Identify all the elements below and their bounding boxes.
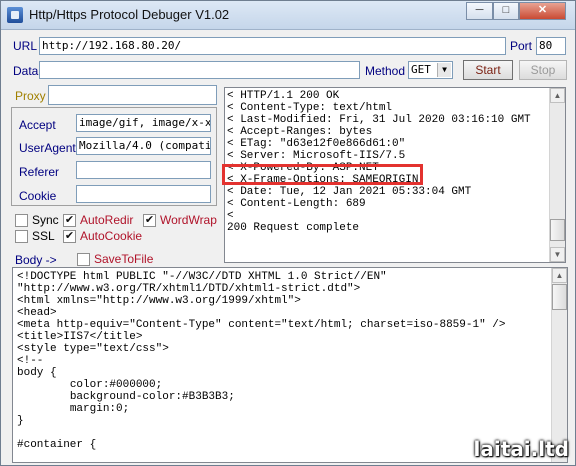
cookie-input[interactable] (76, 185, 211, 203)
port-label: Port (510, 39, 533, 53)
sync-checkbox[interactable] (15, 214, 28, 227)
method-value: GET (411, 63, 431, 76)
autoredir-label: AutoRedir (80, 213, 134, 227)
watermark: laitai.ltd (473, 437, 569, 461)
method-select[interactable]: GET ▼ (408, 61, 453, 79)
data-input[interactable] (39, 61, 360, 79)
wordwrap-checkbox[interactable]: ✔ (143, 214, 156, 227)
scroll-up-icon[interactable]: ▲ (550, 88, 565, 103)
body-panel[interactable]: <!DOCTYPE html PUBLIC "-//W3C//DTD XHTML… (12, 267, 568, 463)
savetofile-label: SaveToFile (94, 252, 154, 266)
useragent-label: UserAgent (19, 141, 76, 155)
body-text: <!DOCTYPE html PUBLIC "-//W3C//DTD XHTML… (17, 271, 506, 451)
autocookie-label: AutoCookie (80, 229, 143, 243)
accept-input[interactable]: image/gif, image/x-xbi (76, 114, 211, 132)
sync-label: Sync (32, 213, 59, 227)
method-label: Method (365, 64, 406, 78)
ssl-checkbox[interactable] (15, 230, 28, 243)
title-bar: Http/Https Protocol Debuger V1.02 ─ □ ✕ (1, 1, 575, 30)
ssl-label: SSL (32, 229, 55, 243)
maximize-button[interactable]: □ (493, 2, 519, 20)
highlight-box (222, 164, 423, 185)
useragent-input[interactable]: Mozilla/4.0 (compatibl (76, 137, 211, 155)
url-label: URL (13, 39, 38, 53)
app-icon (7, 7, 23, 23)
proxy-input[interactable] (48, 85, 217, 105)
proxy-label: Proxy (15, 89, 46, 103)
body-scrollbar[interactable]: ▲ (551, 268, 567, 462)
autoredir-checkbox[interactable]: ✔ (63, 214, 76, 227)
autocookie-checkbox[interactable]: ✔ (63, 230, 76, 243)
body-label: Body -> (15, 253, 57, 267)
scroll-thumb[interactable] (552, 284, 567, 310)
chevron-down-icon[interactable]: ▼ (437, 63, 451, 77)
app-window: Http/Https Protocol Debuger V1.02 ─ □ ✕ … (0, 0, 576, 466)
close-button[interactable]: ✕ (519, 2, 566, 20)
response-text: < HTTP/1.1 200 OK < Content-Type: text/h… (227, 90, 531, 234)
scroll-thumb[interactable] (550, 219, 565, 241)
scroll-down-icon[interactable]: ▼ (550, 247, 565, 262)
url-input[interactable]: http://192.168.80.20/ (39, 37, 506, 55)
accept-label: Accept (19, 118, 56, 132)
data-label: Data (13, 64, 39, 78)
window-title: Http/Https Protocol Debuger V1.02 (29, 7, 230, 22)
minimize-button[interactable]: ─ (466, 2, 493, 20)
response-scrollbar[interactable]: ▲ ▼ (549, 88, 565, 262)
cookie-label: Cookie (19, 189, 57, 203)
start-button[interactable]: Start (463, 60, 513, 80)
referer-input[interactable] (76, 161, 211, 179)
stop-button[interactable]: Stop (519, 60, 567, 80)
savetofile-checkbox[interactable] (77, 253, 90, 266)
port-input[interactable]: 80 (536, 37, 566, 55)
scroll-up-icon[interactable]: ▲ (552, 268, 567, 283)
referer-label: Referer (19, 165, 60, 179)
wordwrap-label: WordWrap (160, 213, 217, 227)
